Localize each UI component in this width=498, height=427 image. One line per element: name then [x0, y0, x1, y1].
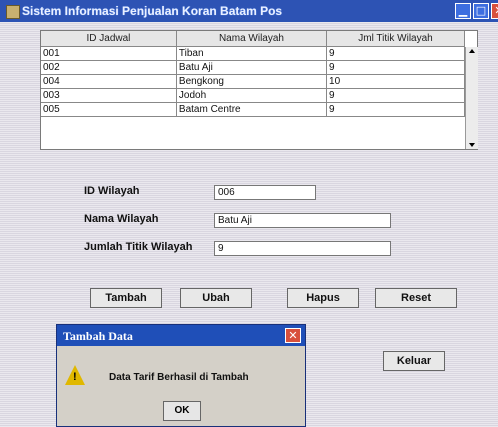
close-icon: ✕ — [288, 329, 298, 342]
table-row[interactable]: 004 Bengkong 10 — [41, 74, 465, 89]
table-cell[interactable]: 9 — [326, 88, 465, 103]
table-cell[interactable]: 005 — [41, 102, 177, 117]
table-row[interactable]: 003 Jodoh 9 — [41, 88, 465, 103]
table-cell[interactable]: 003 — [41, 88, 177, 103]
tambah-button[interactable]: Tambah — [90, 288, 162, 308]
table-cell[interactable]: Jodoh — [176, 88, 328, 103]
minimize-button[interactable]: ▁ — [455, 3, 471, 19]
column-header-id-jadwal[interactable]: ID Jadwal — [41, 31, 177, 47]
dialog-close-button[interactable]: ✕ — [285, 328, 301, 343]
reset-button[interactable]: Reset — [375, 288, 457, 308]
id-wilayah-field[interactable]: 006 — [214, 185, 316, 200]
window-titlebar[interactable]: Sistem Informasi Penjualan Koran Batam P… — [0, 0, 498, 22]
table-cell[interactable]: Batu Aji — [176, 60, 328, 75]
ok-button[interactable]: OK — [163, 401, 201, 421]
close-icon: ✕ — [494, 4, 498, 17]
keluar-button[interactable]: Keluar — [383, 351, 445, 371]
table-cell[interactable]: 9 — [326, 46, 465, 61]
warning-exclamation: ! — [73, 371, 77, 383]
table-scrollbar[interactable] — [465, 47, 478, 149]
scroll-up-icon[interactable] — [469, 49, 475, 53]
table-row[interactable]: 005 Batam Centre 9 — [41, 102, 465, 117]
table-row[interactable]: 001 Tiban 9 — [41, 46, 465, 61]
wilayah-table-panel: ID Jadwal Nama Wilayah Jml Titik Wilayah… — [40, 30, 478, 150]
coffee-cup-icon — [6, 5, 20, 19]
dialog-message: Data Tarif Berhasil di Tambah — [109, 372, 249, 383]
window-title: Sistem Informasi Penjualan Koran Batam P… — [22, 4, 283, 18]
table-cell[interactable]: Tiban — [176, 46, 328, 61]
table-row[interactable]: 002 Batu Aji 9 — [41, 60, 465, 75]
nama-wilayah-field[interactable]: Batu Aji — [214, 213, 391, 228]
hapus-button[interactable]: Hapus — [287, 288, 359, 308]
maximize-button[interactable]: □ — [473, 3, 489, 19]
ubah-button[interactable]: Ubah — [180, 288, 252, 308]
jumlah-titik-field[interactable]: 9 — [214, 241, 391, 256]
table-cell[interactable]: 9 — [326, 60, 465, 75]
wilayah-table: ID Jadwal Nama Wilayah Jml Titik Wilayah… — [41, 31, 465, 117]
minimize-icon: ▁ — [458, 4, 468, 17]
table-cell[interactable]: 10 — [326, 74, 465, 89]
table-cell[interactable]: Batam Centre — [176, 102, 328, 117]
table-cell[interactable]: 9 — [326, 102, 465, 117]
app-window: Sistem Informasi Penjualan Koran Batam P… — [0, 0, 498, 427]
table-cell[interactable]: 004 — [41, 74, 177, 89]
nama-wilayah-label: Nama Wilayah — [84, 213, 159, 225]
tambah-data-dialog: Tambah Data ✕ ! Data Tarif Berhasil di T… — [56, 324, 306, 427]
table-cell[interactable]: Bengkong — [176, 74, 328, 89]
table-header-row: ID Jadwal Nama Wilayah Jml Titik Wilayah — [41, 31, 465, 47]
close-button[interactable]: ✕ — [491, 3, 498, 19]
dialog-title: Tambah Data — [63, 329, 133, 343]
table-cell[interactable]: 002 — [41, 60, 177, 75]
column-header-jml-titik[interactable]: Jml Titik Wilayah — [326, 31, 465, 47]
scroll-down-icon[interactable] — [469, 143, 475, 147]
jumlah-titik-label: Jumlah Titik Wilayah — [84, 241, 193, 253]
id-wilayah-label: ID Wilayah — [84, 185, 140, 197]
dialog-titlebar[interactable]: Tambah Data — [57, 325, 305, 346]
maximize-icon: □ — [475, 4, 487, 17]
table-cell[interactable]: 001 — [41, 46, 177, 61]
column-header-nama-wilayah[interactable]: Nama Wilayah — [176, 31, 328, 47]
